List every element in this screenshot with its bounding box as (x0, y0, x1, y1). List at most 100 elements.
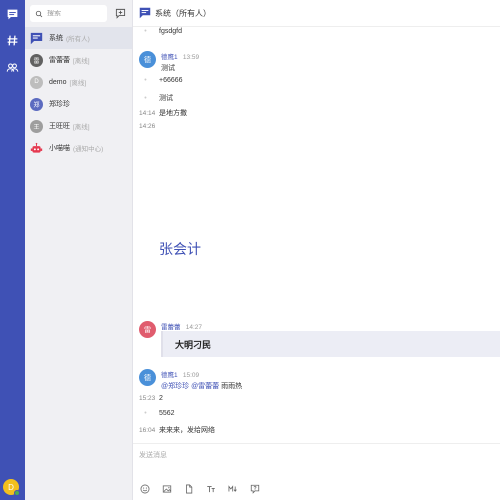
message-item: 15:23 2 (139, 395, 163, 402)
chat-icon[interactable] (4, 6, 21, 23)
avatar: 郑 (30, 97, 43, 111)
new-chat-button[interactable] (114, 8, 126, 20)
text-format-button[interactable] (205, 483, 216, 494)
message-time: 14:27 (185, 324, 203, 331)
message-text: 是地方撒 (159, 110, 187, 117)
avatar: 雷 (30, 53, 43, 67)
message-item: • 测试 (139, 93, 173, 103)
mention-link[interactable]: @雷蕾蕾 (191, 383, 219, 390)
conversation-tag: [离线] (69, 80, 87, 87)
conversation-tag: (通知中心) (73, 146, 104, 153)
message-item: 14:14 是地方撒 (139, 108, 187, 118)
file-button[interactable] (183, 483, 194, 494)
conversation-name: 郑珍珍 (49, 101, 70, 108)
conversation-name: 系统 (49, 35, 63, 42)
conversation-item-leileilei[interactable]: 雷 雷蕾蕾 [离线] (25, 49, 132, 71)
bullet-marker: • (144, 94, 147, 102)
conversation-tag: [离线] (73, 124, 90, 131)
message-item: • +66666 (139, 77, 183, 84)
nav-rail: D (0, 0, 25, 500)
chat-bubble-icon (30, 32, 43, 45)
message-text: 5562 (159, 410, 175, 417)
app-window: D 系统 (所有人) 雷 雷蕾蕾 [离线] D (0, 0, 500, 500)
image-icon (162, 484, 171, 493)
sender-name[interactable]: 雷蕾蕾 (161, 324, 181, 331)
new-chat-icon (115, 8, 125, 19)
message-time: 16:04 (139, 426, 156, 434)
message-meta: 德鹰1 15:09 @郑珍珍 @雷蕾蕾 雨雨热 (161, 369, 242, 391)
message-text: 2 (159, 395, 163, 402)
avatar[interactable]: 德 (139, 51, 156, 68)
conversation-name: 雷蕾蕾 (49, 57, 70, 64)
message-text: 来来来，发给网络 (159, 427, 215, 434)
conversation-item-wangwangwang[interactable]: 王 王旺旺 [离线] (25, 115, 132, 137)
image-button[interactable] (161, 483, 172, 494)
conversation-name: 王旺旺 (49, 123, 70, 130)
composer-toolbar (139, 483, 271, 494)
chat-panel: 系统（所有人） • fgsdgfd 德 德鹰1 13:59 测试 • +6666… (133, 0, 500, 500)
message-time: 13:59 (182, 54, 200, 61)
conversation-item-xiaomiaomiao[interactable]: 小喵喵 (通知中心) (25, 137, 132, 159)
message-text: 测试 (159, 95, 173, 102)
avatar[interactable]: 雷 (139, 321, 156, 338)
conversation-tag: [离线] (73, 58, 90, 65)
markdown-icon (228, 484, 237, 492)
file-icon (185, 484, 192, 493)
message-item: 16:04 来来来，发给网络 (139, 425, 215, 435)
message-text: +66666 (159, 77, 183, 84)
bullet-marker: • (144, 77, 147, 84)
chat-header: 系统（所有人） (133, 0, 500, 27)
message-text: @郑珍珍 @雷蕾蕾 雨雨热 (161, 381, 242, 391)
chat-bubble-icon (139, 7, 151, 19)
user-avatar-initial: D (8, 482, 14, 492)
message-composer (133, 443, 500, 500)
channel-hash-icon[interactable] (4, 32, 21, 49)
message-input[interactable] (133, 444, 500, 479)
help-icon (250, 484, 259, 494)
avatar[interactable]: 德 (139, 369, 156, 386)
message-text: 测试 (161, 65, 175, 72)
message-item: 14:26 (139, 123, 159, 130)
user-avatar[interactable]: D (3, 479, 20, 496)
robot-icon (30, 142, 43, 155)
online-status-dot (14, 490, 20, 496)
message-time: 14:26 (139, 123, 156, 130)
search-box[interactable] (30, 5, 107, 22)
conversation-tag: (所有人) (66, 36, 90, 43)
message-group: 德 德鹰1 13:59 测试 (139, 51, 199, 73)
message-text: fgsdgfd (159, 28, 182, 35)
avatar: 王 (30, 119, 43, 133)
conversation-item-demo[interactable]: D demo [离线] (25, 71, 132, 93)
message-item: • 5562 (139, 410, 175, 417)
search-input[interactable] (47, 10, 105, 17)
chat-title: 系统（所有人） (155, 8, 211, 18)
emoji-button[interactable] (139, 483, 150, 494)
conversation-name: demo (49, 78, 67, 86)
emoji-icon (140, 484, 149, 493)
sender-name[interactable]: 德鹰1 (161, 54, 178, 61)
message-card: 大明刁民 (161, 331, 500, 357)
bullet-marker: • (144, 410, 147, 417)
message-time: 14:14 (139, 109, 156, 117)
search-icon (35, 10, 43, 17)
message-meta: 德鹰1 13:59 测试 (161, 51, 199, 73)
markdown-button[interactable] (227, 483, 238, 494)
text-format-icon (206, 485, 215, 492)
message-time: 15:09 (182, 372, 200, 379)
conversation-name: 小喵喵 (49, 145, 70, 152)
conversation-item-system[interactable]: 系统 (所有人) (25, 27, 132, 49)
message-large-text: 张会计 (159, 242, 201, 258)
search-row (25, 0, 132, 27)
conversation-item-zhengzhenzhen[interactable]: 郑 郑珍珍 (25, 93, 132, 115)
bullet-marker: • (144, 28, 147, 35)
conversation-sidebar: 系统 (所有人) 雷 雷蕾蕾 [离线] D demo [离线] 郑 郑珍珍 王 … (25, 0, 133, 500)
mention-link[interactable]: @郑珍珍 (161, 383, 189, 390)
contacts-icon[interactable] (4, 59, 21, 76)
message-group: 德 德鹰1 15:09 @郑珍珍 @雷蕾蕾 雨雨热 (139, 369, 242, 391)
message-list[interactable]: • fgsdgfd 德 德鹰1 13:59 测试 • +66666 • 测试 1… (133, 27, 500, 443)
message-time: 15:23 (139, 395, 156, 402)
message-body: 雨雨热 (221, 383, 243, 390)
help-button[interactable] (249, 483, 260, 494)
sender-name[interactable]: 德鹰1 (161, 372, 178, 379)
avatar: D (30, 75, 43, 89)
